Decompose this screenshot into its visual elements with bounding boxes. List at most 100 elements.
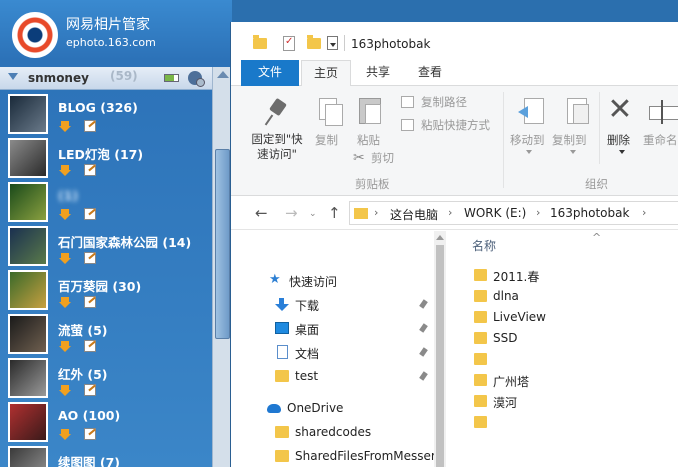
copy-icon (317, 96, 345, 126)
breadcrumb-chevron-icon[interactable]: › (374, 206, 378, 219)
download-icon[interactable] (59, 297, 71, 309)
folder-icon (474, 311, 487, 323)
copy-path-icon (401, 96, 414, 108)
address-breadcrumb[interactable]: › 这台电脑 › WORK (E:) › 163photobak › (349, 201, 678, 225)
nav-item-label: OneDrive (287, 401, 344, 415)
album-item[interactable]: BLOG (326) (0, 92, 212, 136)
app-scrollbar[interactable] (212, 67, 232, 467)
download-icon[interactable] (59, 429, 71, 441)
album-item[interactable]: 流萤 (5) (0, 312, 212, 356)
album-item[interactable]: 百万葵园 (30) (0, 268, 212, 312)
album-thumbnail[interactable] (8, 270, 48, 310)
album-item[interactable]: 红外 (5) (0, 356, 212, 400)
tab-share[interactable]: 共享 (355, 60, 401, 86)
album-item[interactable]: 续图图 (7) (0, 444, 212, 467)
back-arrow-icon[interactable]: ← (255, 204, 268, 222)
album-thumbnail[interactable] (8, 138, 48, 178)
navigation-scrollbar[interactable] (434, 231, 446, 467)
edit-icon[interactable] (84, 340, 96, 352)
recent-locations-chevron-icon[interactable]: ⌄ (309, 209, 317, 219)
copy-to-icon (561, 96, 589, 126)
download-icon[interactable] (59, 253, 71, 265)
delete-x-icon: ✕ (607, 92, 633, 127)
album-item[interactable]: (1) (0, 180, 212, 224)
download-icon[interactable] (59, 165, 71, 177)
pinned-icon (419, 347, 428, 357)
album-label: 续图图 (7) (58, 455, 120, 467)
album-thumbnail[interactable] (8, 402, 48, 442)
download-icon[interactable] (59, 121, 71, 133)
album-thumbnail[interactable] (8, 226, 48, 266)
album-label: 红外 (5) (58, 367, 108, 382)
album-thumbnail[interactable] (8, 358, 48, 398)
clipboard-group-label: 剪贴板 (355, 177, 390, 191)
file-name: LiveView (493, 310, 546, 324)
folder-icon (474, 269, 487, 281)
folder-icon (275, 370, 289, 382)
rename-icon (649, 98, 678, 128)
album-label: 流萤 (5) (58, 323, 108, 338)
new-folder-icon[interactable] (307, 35, 321, 49)
scroll-up-arrow-icon[interactable] (436, 235, 444, 240)
paste-shortcut-label: 粘贴快捷方式 (421, 118, 490, 132)
tab-home[interactable]: 主页 (301, 60, 351, 87)
album-thumbnail[interactable] (8, 182, 48, 222)
dropdown-arrow-icon (619, 150, 625, 154)
album-item[interactable]: LED灯泡 (17) (0, 136, 212, 180)
album-thumbnail[interactable] (8, 446, 48, 467)
nav-item-label: 快速访问 (289, 275, 338, 289)
album-item[interactable]: AO (100) (0, 400, 212, 444)
breadcrumb-chevron-icon[interactable]: › (448, 206, 452, 219)
edit-icon[interactable] (84, 120, 96, 132)
breadcrumb-current-folder[interactable]: 163photobak (550, 206, 629, 220)
app-subtitle: ephoto.163.com (66, 36, 156, 49)
file-name: 漠河 (493, 396, 518, 410)
download-icon[interactable] (59, 385, 71, 397)
up-arrow-icon[interactable]: ↑ (328, 204, 341, 222)
app-title: 网易相片管家 (66, 17, 150, 33)
scroll-thumb[interactable] (436, 245, 444, 467)
edit-icon[interactable] (84, 296, 96, 308)
scroll-up-arrow-icon[interactable] (217, 71, 229, 78)
dropdown-arrow-icon (570, 150, 576, 154)
forward-arrow-icon[interactable]: → (285, 204, 298, 222)
album-label: BLOG (326) (58, 100, 138, 115)
file-name: 2011.春 (493, 270, 540, 284)
edit-icon[interactable] (84, 164, 96, 176)
paste-label: 粘贴 (357, 133, 380, 147)
breadcrumb-this-pc[interactable]: 这台电脑 (390, 206, 438, 223)
edit-icon[interactable] (84, 384, 96, 396)
nav-item-label: 文档 (295, 347, 320, 361)
window-title: 163photobak (351, 37, 431, 51)
breadcrumb-chevron-icon[interactable]: › (536, 206, 540, 219)
breadcrumb-drive[interactable]: WORK (E:) (464, 206, 526, 220)
quick-access-toolbar-dropdown[interactable] (327, 36, 338, 50)
column-header-name[interactable]: 名称 (472, 237, 496, 254)
user-name: snmoney (28, 71, 89, 85)
user-bar[interactable]: (59) snmoney (0, 67, 212, 90)
scroll-thumb[interactable] (215, 149, 230, 339)
properties-icon[interactable] (283, 36, 295, 51)
album-thumbnail[interactable] (8, 314, 48, 354)
expand-arrow-icon[interactable] (8, 73, 18, 80)
move-to-icon (518, 96, 546, 126)
tab-view[interactable]: 查看 (407, 60, 453, 86)
organize-group-label: 组织 (585, 177, 608, 191)
album-item[interactable]: 石门国家森林公园 (14) (0, 224, 212, 268)
download-icon[interactable] (59, 209, 71, 221)
divider (344, 35, 345, 51)
download-icon[interactable] (59, 341, 71, 353)
edit-icon[interactable] (84, 428, 96, 440)
app-logo (12, 12, 58, 58)
cloud-icon (267, 404, 281, 413)
breadcrumb-chevron-icon[interactable]: › (642, 206, 646, 219)
document-icon (277, 345, 288, 359)
edit-icon[interactable] (84, 208, 96, 220)
user-settings-icon[interactable] (188, 71, 205, 87)
edit-icon[interactable] (84, 252, 96, 264)
tab-file[interactable]: 文件 (241, 60, 299, 86)
pinned-icon (419, 299, 428, 309)
folder-icon (275, 450, 289, 462)
album-thumbnail[interactable] (8, 94, 48, 134)
folder-icon (474, 332, 487, 344)
